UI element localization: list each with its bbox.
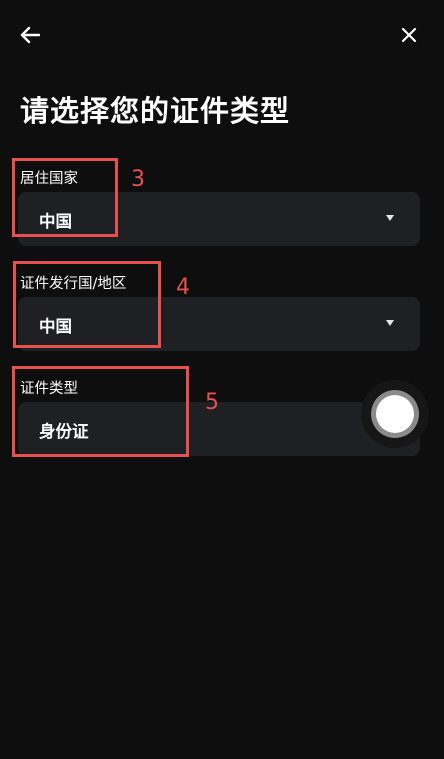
residence-country-select[interactable]: 中国: [18, 192, 420, 246]
assistive-touch-icon: [371, 390, 419, 438]
annotation-number-5: 5: [205, 390, 219, 415]
back-button[interactable]: [16, 21, 44, 49]
residence-country-label: 居住国家: [20, 171, 78, 187]
close-x-icon: [401, 27, 417, 43]
residence-country-value: 中国: [39, 212, 72, 231]
document-type-value: 身份证: [39, 422, 89, 441]
issuing-country-value: 中国: [39, 317, 72, 336]
arrow-left-icon: [20, 26, 40, 44]
annotation-number-4: 4: [176, 275, 190, 300]
annotation-number-3: 3: [131, 167, 145, 192]
document-type-label: 证件类型: [20, 381, 78, 397]
caret-down-icon: [386, 320, 394, 326]
caret-down-icon: [386, 215, 394, 221]
floating-assistive-button[interactable]: [361, 380, 429, 448]
top-bar: [0, 0, 444, 70]
issuing-country-label: 证件发行国/地区: [20, 276, 127, 292]
issuing-country-select[interactable]: 中国: [18, 297, 420, 351]
document-type-select[interactable]: 身份证: [18, 402, 420, 456]
page-title: 请选择您的证件类型: [20, 94, 291, 128]
close-button[interactable]: [395, 21, 423, 49]
